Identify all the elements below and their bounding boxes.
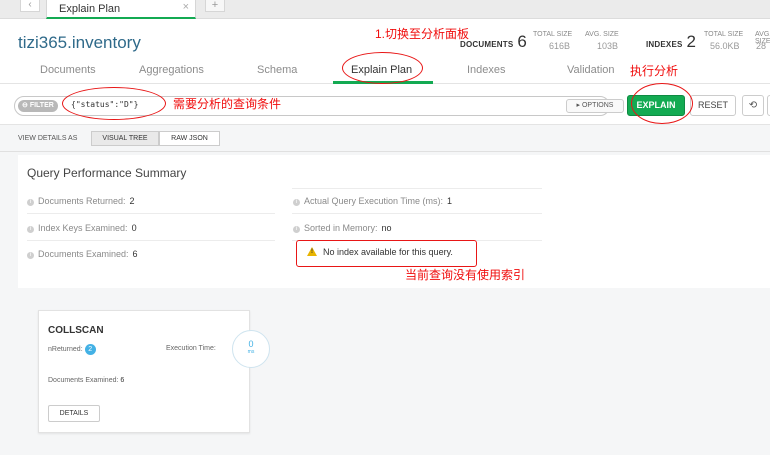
- index-keys-label: Index Keys Examined:: [38, 223, 128, 233]
- tab-explain-plan[interactable]: Explain Plan ×: [46, 0, 196, 19]
- history-icon: ⟲: [748, 100, 758, 111]
- info-icon: i: [27, 226, 34, 233]
- reset-button[interactable]: RESET: [690, 95, 736, 116]
- tab-aggregations[interactable]: Aggregations: [139, 64, 204, 76]
- tab-bar: ‹ Explain Plan × +: [0, 0, 770, 19]
- view-details-bar: VIEW DETAILS AS VISUAL TREE RAW JSON: [0, 126, 770, 152]
- no-index-warning: ! No index available for this query.: [297, 242, 473, 263]
- sorted-in-memory-metric: i Sorted in Memory: no: [293, 223, 392, 233]
- details-button[interactable]: DETAILS: [48, 405, 100, 422]
- documents-examined-label: Documents Examined:: [38, 249, 129, 259]
- info-icon: i: [293, 199, 300, 206]
- documents-examined-value: 6: [132, 249, 138, 259]
- stage-docs-examined-value: 6: [120, 377, 125, 384]
- documents-returned-metric: i Documents Returned: 2: [27, 196, 135, 206]
- annotation-switch-panel: 1.切换至分析面板: [375, 27, 470, 41]
- sorted-in-memory-value: no: [381, 223, 392, 233]
- close-icon[interactable]: ×: [183, 1, 189, 13]
- collscan-stage-card: COLLSCAN nReturned: 2 Execution Time: Doc…: [38, 310, 250, 433]
- indexes-stat: INDEXES 2: [646, 32, 696, 52]
- raw-json-button[interactable]: RAW JSON: [159, 131, 220, 146]
- nreturned-badge: 2: [84, 344, 96, 355]
- documents-returned-value: 2: [129, 196, 135, 206]
- avg-size-value: 103B: [597, 41, 619, 51]
- filter-input[interactable]: ⊖ FILTER {"status":"D"} ▸ OPTIONS: [14, 96, 624, 116]
- divider: [292, 213, 542, 214]
- avg-size-label: AVG. SIZE: [585, 31, 619, 38]
- documents-stat: DOCUMENTS 6: [460, 32, 527, 52]
- query-performance-summary: Query Performance Summary i Documents Ret…: [18, 155, 770, 288]
- filter-label-pill: ⊖ FILTER: [18, 100, 58, 112]
- index-avg-size-value: 28: [756, 41, 767, 51]
- total-size-label: TOTAL SIZE: [533, 31, 573, 38]
- stage-docs-examined-row: Documents Examined: 6: [48, 377, 124, 384]
- filter-query-text[interactable]: {"status":"D"}: [71, 100, 138, 109]
- indexes-stat-count: 2: [686, 32, 696, 51]
- divider: [292, 188, 542, 189]
- info-icon: i: [27, 252, 34, 259]
- execution-time-value: 1: [447, 196, 453, 206]
- total-size-value: 616B: [549, 41, 571, 51]
- history-button[interactable]: ⟲: [742, 95, 764, 116]
- filter-info-icon: ⊖: [22, 102, 28, 109]
- stage-docs-examined-label: Documents Examined:: [48, 377, 119, 384]
- tab-schema[interactable]: Schema: [257, 64, 297, 76]
- explain-button[interactable]: EXPLAIN: [627, 95, 685, 116]
- annotation-query-condition: 需要分析的查询条件: [173, 97, 282, 111]
- visual-tree-button[interactable]: VISUAL TREE: [91, 131, 159, 146]
- index-keys-value: 0: [131, 223, 137, 233]
- options-button[interactable]: ▸ OPTIONS: [566, 99, 624, 113]
- divider: [292, 240, 542, 241]
- divider: [27, 213, 275, 214]
- tab-explain-plan-sub[interactable]: Explain Plan: [351, 64, 412, 76]
- tab-indexes[interactable]: Indexes: [467, 64, 506, 76]
- execution-time-metric: i Actual Query Execution Time (ms): 1: [293, 196, 452, 206]
- info-icon: i: [293, 226, 300, 233]
- warning-text: No index available for this query.: [323, 247, 453, 257]
- tab-documents[interactable]: Documents: [40, 64, 96, 76]
- tab-validation[interactable]: Validation: [567, 64, 615, 76]
- info-icon: i: [27, 199, 34, 206]
- filter-label-text: FILTER: [29, 102, 54, 109]
- nreturned-row: nReturned: 2: [48, 344, 96, 355]
- chevron-left-icon: ‹: [28, 0, 32, 10]
- documents-returned-label: Documents Returned:: [38, 196, 126, 206]
- stage-name: COLLSCAN: [48, 325, 104, 336]
- summary-title: Query Performance Summary: [27, 166, 187, 180]
- documents-stat-count: 6: [517, 32, 527, 51]
- execution-time-gauge-value: 0: [248, 339, 254, 349]
- indexes-stat-label: INDEXES: [646, 40, 683, 49]
- warning-icon-mark: !: [311, 249, 313, 255]
- index-total-size-value: 56.0KB: [710, 41, 740, 51]
- execution-time-stage-label: Execution Time:: [166, 345, 216, 352]
- index-total-size-label: TOTAL SIZE: [704, 31, 744, 38]
- index-keys-metric: i Index Keys Examined: 0: [27, 223, 137, 233]
- tab-back-button[interactable]: ‹: [20, 0, 40, 12]
- plus-icon: +: [211, 0, 219, 11]
- tab-title: Explain Plan: [59, 3, 121, 15]
- execution-time-gauge: 0 ms: [232, 330, 270, 368]
- annotation-no-index: 当前查询没有使用索引: [405, 268, 526, 282]
- active-tab-indicator: [333, 81, 433, 84]
- annotation-run-analysis: 执行分析: [630, 64, 679, 78]
- query-bar: ⊖ FILTER {"status":"D"} ▸ OPTIONS EXPLAI…: [0, 87, 770, 125]
- nreturned-label: nReturned:: [48, 346, 83, 353]
- execution-time-label: Actual Query Execution Time (ms):: [304, 196, 444, 206]
- divider: [27, 240, 275, 241]
- execution-time-gauge-unit: ms: [247, 349, 255, 355]
- new-tab-button[interactable]: +: [205, 0, 225, 12]
- documents-examined-metric: i Documents Examined: 6: [27, 249, 138, 259]
- sorted-in-memory-label: Sorted in Memory:: [304, 223, 378, 233]
- view-details-label: VIEW DETAILS AS: [18, 135, 78, 142]
- namespace-title: tizi365.inventory: [18, 33, 141, 52]
